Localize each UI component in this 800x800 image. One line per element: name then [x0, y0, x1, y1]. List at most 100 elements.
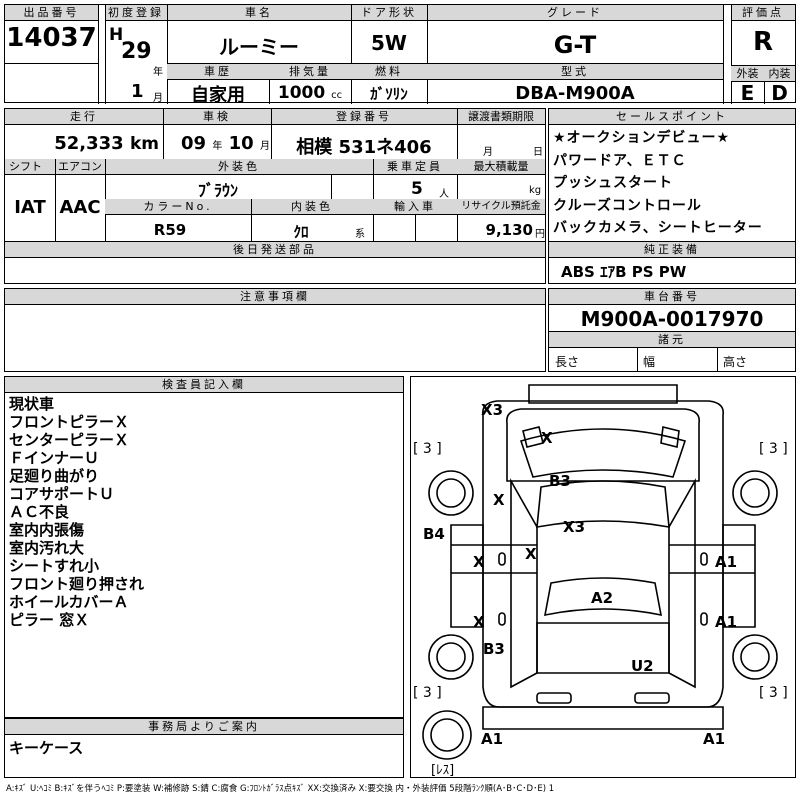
height-label: 高さ [723, 355, 748, 369]
lot-label: 出品番号 [5, 5, 98, 21]
import-label: 輸入車 [373, 199, 457, 215]
color-number: R59 [153, 221, 187, 239]
car-name: ルーミー [219, 35, 299, 59]
aircon-label: エアコン [55, 159, 105, 175]
inspector-note: シートすれ小 [9, 557, 100, 575]
interior-grade: D [771, 81, 788, 105]
inspection-year-unit: 年 [212, 141, 223, 152]
spare-tire-label: [ﾚｽ] [431, 763, 455, 778]
sales-points-list: ★オークションデビュー★ パワードア、ＥＴＣ プッシュスタート クルーズコントロ… [553, 127, 763, 240]
recycle-unit: 円 [535, 229, 545, 240]
inspection-month: 10 [228, 133, 254, 154]
equipment-label: 純正装備 [549, 241, 795, 258]
grade: G-T [553, 31, 597, 59]
history-label: 車歴 [167, 63, 269, 80]
sales-point-item: プッシュスタート [553, 175, 673, 191]
registration-number: 相模 531ネ406 [296, 137, 432, 158]
office-label: 事務局よりご案内 [5, 719, 403, 735]
exterior-color: ﾌﾞﾗｳﾝ [197, 181, 238, 200]
office-note: キーケース [9, 739, 84, 757]
mileage: 52,333 [54, 133, 124, 154]
damage-mark: X [473, 553, 485, 571]
interior-color: ｸﾛ [293, 223, 309, 241]
damage-mark: B3 [483, 640, 505, 658]
transfer-day-unit: 日 [533, 147, 543, 158]
shift-label: シフト [5, 159, 55, 175]
inspector-box: 検査員記入欄 現状車 フロントピラーＸ センターピラーＸ ＦインナーＵ 足廻り曲… [4, 376, 404, 718]
specs-label: 諸元 [549, 331, 795, 348]
damage-mark: A1 [715, 613, 738, 631]
damage-mark: X3 [563, 518, 586, 536]
damage-mark: X [541, 429, 553, 447]
inspector-note: ホイールカバーＡ [9, 593, 129, 611]
exterior-grade: E [740, 81, 755, 105]
reg-year: 29 [121, 39, 152, 64]
first-reg-label: 初度登録 [105, 5, 167, 21]
aircon: AAC [59, 197, 101, 218]
damage-mark: X [525, 545, 537, 563]
tire-tread-front-right: [ 3 ] [759, 441, 788, 457]
vehicle-info-box: 走行 車検 登録番号 譲渡書類期限 52,333 km 09 年 10 月 相模… [4, 108, 546, 242]
inspector-note: フロント廻り押され [9, 575, 145, 593]
displacement-unit: cc [331, 90, 343, 101]
reg-no-label: 登録番号 [271, 109, 457, 125]
displacement-label: 排気量 [269, 63, 351, 80]
car-outline [422, 384, 778, 760]
interior-label: 内装 [764, 65, 795, 82]
inspector-note: コアサポートＵ [9, 485, 115, 503]
damage-diagram: [ 3 ] [ 3 ] [ 3 ] [ 3 ] [ﾚｽ] X3 X B3 X X… [410, 376, 796, 778]
door-label: ドア形状 [351, 5, 427, 21]
length-label: 長さ [555, 355, 580, 369]
color-no-label: カラーNo. [105, 199, 251, 215]
office-notes-list: キーケース [9, 739, 83, 757]
lot-number: 14037 [6, 23, 97, 53]
inspector-note: センターピラーＸ [9, 431, 130, 449]
car-name-label: 車名 [167, 5, 351, 21]
year-unit: 年 [153, 67, 163, 78]
max-load-label: 最大積載量 [457, 159, 545, 175]
model-label: 型式 [427, 63, 723, 80]
grade-label: グレード [427, 5, 723, 21]
damage-mark: X3 [481, 401, 504, 419]
sales-point-label: セールスポイント [549, 109, 795, 125]
damage-mark: A1 [715, 553, 738, 571]
max-load-unit: kg [529, 185, 542, 196]
notes-label: 注意事項欄 [5, 289, 545, 305]
inspection-label: 車検 [163, 109, 271, 125]
fuel: ｶﾞｿﾘﾝ [370, 85, 408, 103]
damage-mark: A2 [591, 589, 614, 607]
inspector-note: 室内汚れ大 [9, 539, 85, 557]
inspector-note: 現状車 [9, 395, 55, 413]
car-history: 自家用 [191, 85, 245, 106]
recycle-label: リサイクル預託金 [457, 199, 545, 215]
inspector-note: ＡＣ不良 [9, 503, 70, 521]
width-label: 幅 [643, 355, 656, 369]
later-parts-box: 後日発送部品 [4, 241, 546, 284]
sales-point-item: バックカメラ、シートヒーター [553, 220, 763, 236]
transfer-month-unit: 月 [483, 147, 493, 158]
chassis-box: 車台番号 M900A-0017970 諸元 長さ 幅 高さ [548, 288, 796, 372]
inspection-month-unit: 月 [259, 141, 270, 152]
tire-tread-rear-left: [ 3 ] [413, 685, 442, 701]
capacity-unit: 人 [439, 189, 449, 200]
damage-mark: U2 [631, 657, 654, 675]
sales-point-item: ★オークションデビュー★ [553, 130, 731, 146]
month-unit: 月 [153, 93, 163, 104]
inspector-note: ＦインナーＵ [9, 449, 100, 467]
mileage-unit: km [129, 134, 159, 154]
score: R [752, 27, 774, 57]
capacity-label: 乗車定員 [373, 159, 457, 175]
fuel-label: 燃料 [351, 63, 427, 80]
office-box: 事務局よりご案内 キーケース [4, 718, 404, 778]
inspector-note: 室内内張傷 [9, 521, 85, 539]
int-color-label: 内装色 [251, 199, 373, 215]
later-parts-label: 後日発送部品 [5, 242, 545, 258]
door-type: 5W [371, 31, 407, 55]
inspector-note: ピラー 窓Ｘ [9, 611, 90, 629]
header-box: 出品番号 初度登録 車名 ドア形状 グレード 評価点 14037 H 29 年 … [4, 4, 796, 106]
shift: IAT [14, 197, 46, 218]
exterior-label: 外装 [731, 65, 764, 82]
chassis-number: M900A-0017970 [580, 307, 764, 331]
transfer-label: 譲渡書類期限 [457, 109, 545, 125]
tire-tread-front-left: [ 3 ] [413, 441, 442, 457]
